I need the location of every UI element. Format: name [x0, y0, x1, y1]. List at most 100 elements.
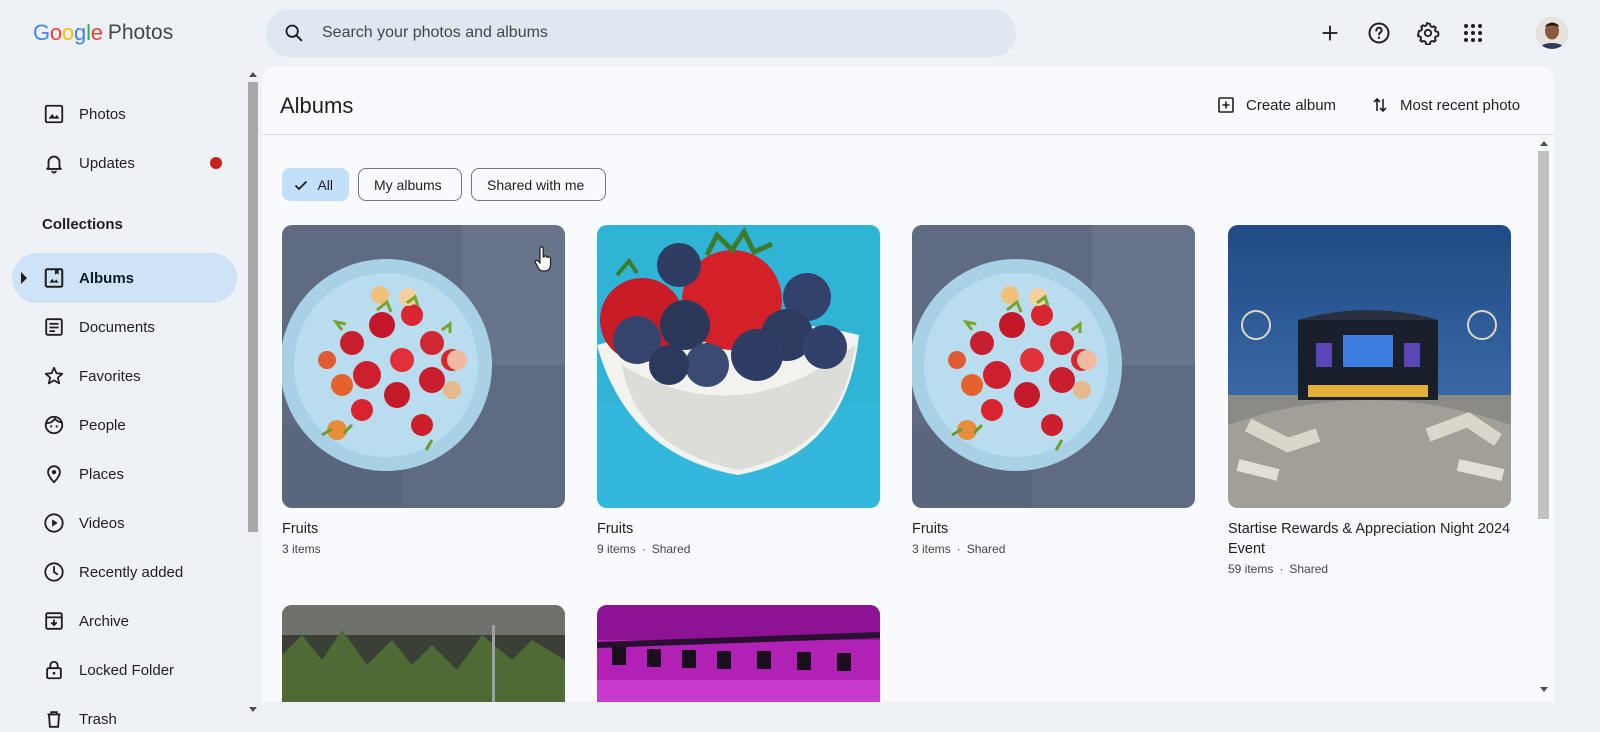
album-cover-image[interactable]	[282, 605, 565, 702]
album-meta: 59 items · Shared	[1228, 559, 1511, 579]
create-album-button[interactable]: Create album	[1216, 93, 1336, 117]
sidebar-item-label: Archive	[79, 612, 130, 630]
meta-separator: ·	[641, 542, 646, 556]
help-button[interactable]	[1359, 13, 1399, 53]
trash-icon	[42, 707, 66, 731]
sidebar-item-documents[interactable]: Documents	[12, 302, 237, 352]
scroll-down-icon[interactable]	[1540, 687, 1548, 692]
sidebar-item-photos[interactable]: Photos	[12, 89, 237, 139]
album-item-count: 9 items	[597, 542, 636, 556]
album-cover-image[interactable]	[597, 605, 880, 702]
play-icon	[42, 511, 66, 535]
add-box-icon	[1216, 95, 1236, 115]
albums-panel: Albums Create album Most recent photo Al…	[262, 66, 1554, 702]
star-icon	[42, 364, 66, 388]
clock-icon	[42, 560, 66, 584]
sidebar-item-label: Places	[79, 465, 125, 483]
apps-button[interactable]	[1453, 13, 1493, 53]
sidebar-item-trash[interactable]: Trash	[12, 694, 237, 732]
album-shared-status: Shared	[966, 542, 1006, 556]
album-title[interactable]: Fruits	[597, 519, 880, 539]
add-icon	[1322, 25, 1338, 41]
scroll-up-icon[interactable]	[249, 72, 257, 77]
bell-icon	[42, 151, 66, 175]
search-input[interactable]	[322, 9, 962, 57]
album-item-count: 3 items	[282, 542, 321, 556]
main-scrollbar[interactable]	[1536, 135, 1552, 702]
album-card[interactable]: Startise Rewards & Appreciation Night 20…	[1228, 225, 1511, 579]
archive-icon	[42, 609, 66, 633]
album-cover-image[interactable]	[282, 225, 565, 508]
album-item-count: 3 items	[912, 542, 951, 556]
logo-letter: e	[90, 20, 103, 45]
album-cover-image[interactable]	[597, 225, 880, 508]
scrollbar-thumb[interactable]	[1538, 151, 1549, 519]
hand-pointer-icon	[534, 246, 552, 272]
sidebar-item-locked-folder[interactable]: Locked Folder	[12, 645, 237, 695]
add-button[interactable]	[1310, 13, 1350, 53]
album-cover-image[interactable]	[912, 225, 1195, 508]
scroll-down-icon[interactable]	[249, 707, 257, 712]
album-card[interactable]: Fruits 3 items · Shared	[912, 225, 1195, 559]
sidebar-item-people[interactable]: People	[12, 400, 237, 450]
product-name: Photos	[107, 21, 174, 44]
expand-caret-icon[interactable]	[21, 272, 27, 284]
sidebar-item-updates[interactable]: Updates	[12, 138, 237, 188]
filter-chip-label: All	[317, 176, 333, 193]
sidebar-item-archive[interactable]: Archive	[12, 596, 237, 646]
logo-letter: G	[33, 20, 50, 45]
scrollbar-thumb[interactable]	[248, 82, 258, 532]
album-title[interactable]: Fruits	[912, 519, 1195, 539]
search-bar[interactable]	[266, 9, 1016, 57]
scroll-up-icon[interactable]	[1540, 141, 1548, 146]
sidebar-item-label: Videos	[79, 514, 125, 532]
sidebar-item-label: Favorites	[79, 367, 141, 385]
sort-icon	[1370, 95, 1390, 115]
logo-letter: o	[61, 20, 75, 45]
album-cover-image[interactable]	[1228, 225, 1511, 508]
album-shared-status: Shared	[651, 542, 691, 556]
search-icon[interactable]	[270, 9, 318, 57]
filter-chip-label: Shared with me	[487, 176, 585, 193]
filter-chip-shared-with-me[interactable]: Shared with me	[471, 168, 606, 201]
albums-header: Albums Create album Most recent photo	[262, 66, 1554, 135]
sidebar-item-recently-added[interactable]: Recently added	[12, 547, 237, 597]
check-icon	[293, 176, 309, 194]
sort-button[interactable]: Most recent photo	[1370, 93, 1520, 117]
logo-letter: o	[49, 20, 62, 45]
album-meta: 9 items · Shared	[597, 539, 880, 559]
collections-heading: Collections	[42, 216, 123, 233]
album-card[interactable]: Fruits 9 items · Shared	[597, 225, 880, 559]
sidebar-scrollbar[interactable]	[246, 66, 260, 726]
album-shared-status: Shared	[1289, 562, 1329, 576]
sidebar-item-label: Documents	[79, 318, 155, 336]
sort-label: Most recent photo	[1400, 96, 1521, 114]
filter-chip-my-albums[interactable]: My albums	[358, 168, 462, 201]
lock-icon	[42, 658, 66, 682]
sidebar-item-favorites[interactable]: Favorites	[12, 351, 237, 401]
album-icon	[42, 266, 66, 290]
pin-icon	[42, 462, 66, 486]
page-title: Albums	[280, 93, 354, 118]
document-icon	[42, 315, 66, 339]
album-title[interactable]: Fruits	[282, 519, 565, 539]
sidebar-item-label: Photos	[79, 105, 126, 123]
filter-chip-all[interactable]: All	[282, 168, 349, 201]
album-meta: 3 items · Shared	[912, 539, 1195, 559]
account-avatar[interactable]	[1536, 17, 1568, 49]
sidebar-item-label: Recently added	[79, 563, 184, 581]
sidebar-item-videos[interactable]: Videos	[12, 498, 237, 548]
notification-badge	[210, 157, 222, 169]
album-card[interactable]: Fruits 3 items	[282, 225, 565, 559]
google-photos-logo[interactable]: Google Photos	[33, 20, 173, 46]
album-title[interactable]: Startise Rewards & Appreciation Night 20…	[1228, 519, 1511, 559]
sidebar-item-label: Updates	[79, 154, 135, 172]
sidebar-item-albums[interactable]: Albums	[12, 253, 237, 303]
apps-icon	[1464, 24, 1482, 42]
album-meta: 3 items	[282, 539, 565, 559]
settings-icon	[1416, 21, 1440, 45]
photo-icon	[42, 102, 66, 126]
settings-button[interactable]	[1408, 13, 1448, 53]
create-album-label: Create album	[1246, 96, 1337, 114]
sidebar-item-places[interactable]: Places	[12, 449, 237, 499]
